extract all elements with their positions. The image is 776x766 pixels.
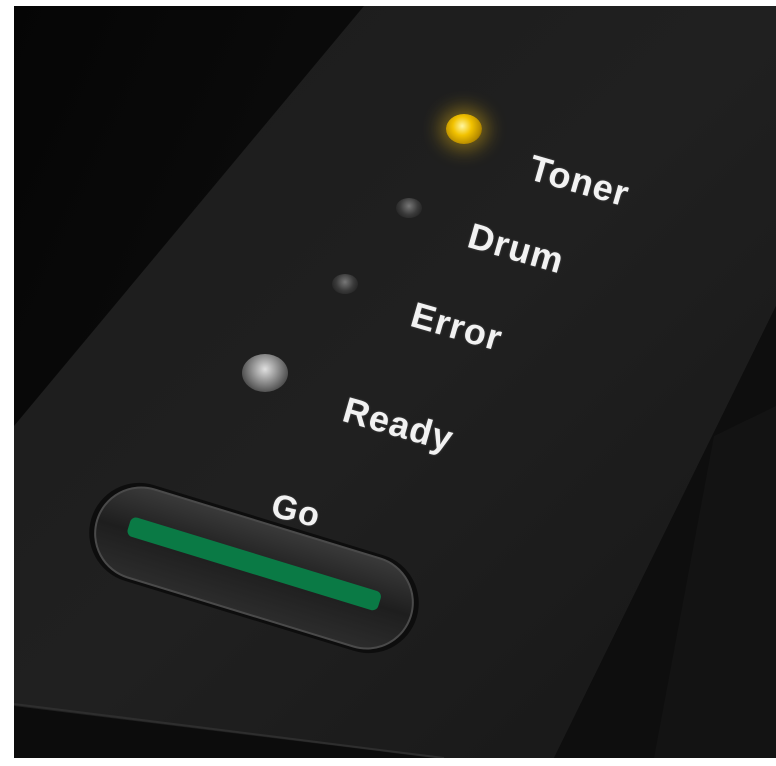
- ready-led-icon: [242, 354, 288, 392]
- error-led-icon: [332, 274, 358, 294]
- drum-led-icon: [396, 198, 422, 218]
- printer-control-panel-photo: Toner Drum Error Ready Go: [14, 6, 776, 758]
- photo-frame: Toner Drum Error Ready Go: [0, 0, 776, 766]
- panel-surface: [14, 6, 776, 758]
- toner-led-icon: [446, 114, 482, 144]
